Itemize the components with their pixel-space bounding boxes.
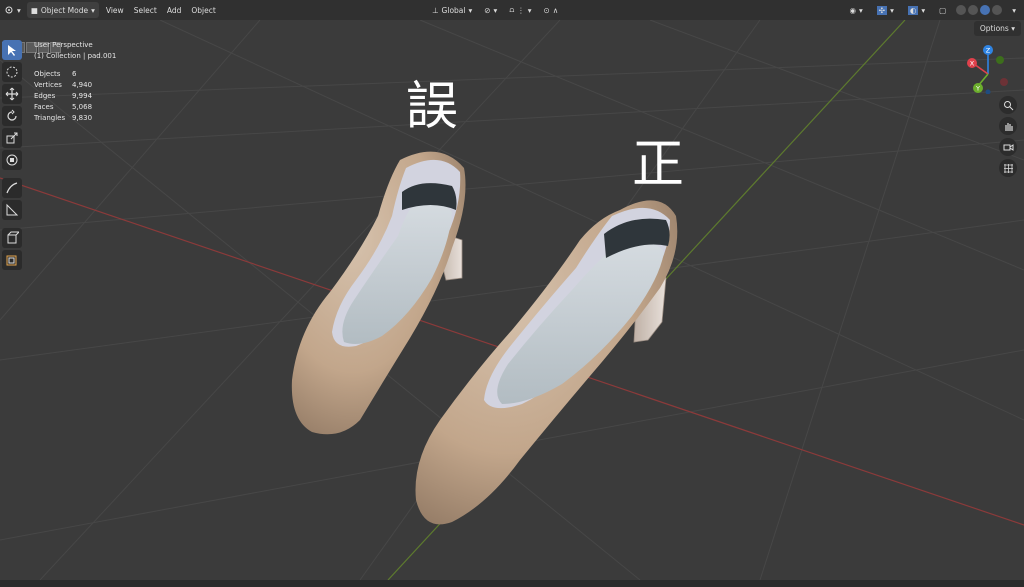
zoom-button[interactable] xyxy=(999,96,1017,114)
move-tool-button[interactable] xyxy=(2,84,22,104)
annotation-wrong: 誤 xyxy=(406,77,459,137)
ruler-icon xyxy=(6,203,19,216)
pencil-icon xyxy=(6,182,18,194)
visibility-dropdown[interactable]: ◉ ▾ xyxy=(845,2,866,18)
view-name: User Perspective xyxy=(34,41,93,49)
menu-select[interactable]: Select xyxy=(129,6,162,15)
object-tool-button[interactable] xyxy=(2,250,22,270)
ortho-toggle-button[interactable] xyxy=(999,159,1017,177)
solid-shading-icon[interactable] xyxy=(968,5,979,15)
eye-icon: ◉ xyxy=(849,5,856,15)
shading-options-dropdown[interactable]: ▾ xyxy=(1008,2,1020,18)
chevron-down-icon: ▾ xyxy=(17,5,21,15)
menu-view[interactable]: View xyxy=(101,6,129,15)
x-axis-label: X xyxy=(970,60,975,68)
orientation-label: Global xyxy=(441,5,466,15)
chevron-down-icon: ▾ xyxy=(527,5,532,15)
navigation-buttons xyxy=(999,96,1017,177)
stat-row: Triangles 9,830 xyxy=(34,114,93,122)
header-right-tools: ◉ ▾ ✣ ▾ ◐ ▾ ▢ ▾ xyxy=(845,2,1020,18)
falloff-icon: ∧ xyxy=(552,5,559,15)
floor-grid xyxy=(0,20,1024,580)
mode-dropdown[interactable]: ■ Object Mode ▾ xyxy=(26,2,99,18)
chevron-down-icon: ▾ xyxy=(468,5,473,15)
stat-row: Edges 9,994 xyxy=(34,92,93,100)
neg-x-axis-icon[interactable] xyxy=(1000,78,1008,86)
add-cube-tool-button[interactable] xyxy=(2,228,22,248)
pivot-icon: ⊘ xyxy=(484,5,491,15)
proportional-edit-toggle[interactable]: ⊙ ∧ xyxy=(539,2,562,18)
orientation-icon: ⊥ xyxy=(432,5,439,15)
overlays-toggle[interactable]: ◐ ▾ xyxy=(904,2,929,18)
z-axis-label: Z xyxy=(986,47,991,55)
wireframe-shading-icon[interactable] xyxy=(956,5,967,15)
chevron-down-icon: ▾ xyxy=(890,5,894,15)
annotate-tool-button[interactable] xyxy=(2,178,22,198)
left-shoe-model[interactable] xyxy=(291,151,466,435)
options-dropdown[interactable]: Options ▾ xyxy=(973,21,1021,36)
transform-tool-button[interactable] xyxy=(2,150,22,170)
xray-toggle[interactable]: ▢ xyxy=(935,2,950,18)
scale-icon xyxy=(6,132,18,144)
cursor-arrow-icon xyxy=(8,45,16,56)
header-center-tools: ⊥ Global ▾ ⊘ ▾ ⩍ ⋮ ▾ ⊙ ∧ xyxy=(428,2,562,18)
editor-type-button[interactable]: ▾ xyxy=(0,2,25,18)
camera-icon xyxy=(1003,143,1013,151)
y-axis-label: Y xyxy=(975,85,980,93)
chevron-down-icon: ▾ xyxy=(859,5,863,15)
stat-row: Vertices 4,940 xyxy=(34,81,93,89)
transform-orientation-dropdown[interactable]: ⊥ Global ▾ xyxy=(428,2,476,18)
rendered-shading-icon[interactable] xyxy=(992,5,1003,15)
chevron-down-icon: ▾ xyxy=(493,5,498,15)
tool-shelf xyxy=(0,40,24,270)
viewport-header: ▾ ■ Object Mode ▾ View Select Add Object… xyxy=(0,0,1024,20)
neg-y-axis-icon[interactable] xyxy=(996,56,1004,64)
collection-line: (1) Collection | pad.001 xyxy=(34,52,117,60)
material-shading-icon[interactable] xyxy=(980,5,991,15)
object-mode-icon: ■ xyxy=(30,5,38,15)
pan-button[interactable] xyxy=(999,117,1017,135)
chevron-down-icon: ▾ xyxy=(921,5,926,15)
grid-icon xyxy=(1003,163,1013,173)
transform-icon xyxy=(6,154,18,166)
measure-tool-button[interactable] xyxy=(2,200,22,220)
snap-toggle[interactable]: ⩍ ⋮ ▾ xyxy=(505,2,535,18)
stat-row: Objects 6 xyxy=(34,70,77,78)
gizmo-toggle[interactable]: ✣ ▾ xyxy=(873,2,898,18)
annotation-right: 正 xyxy=(632,135,685,195)
xray-icon: ▢ xyxy=(939,5,947,15)
scale-tool-button[interactable] xyxy=(2,128,22,148)
viewport-scene xyxy=(0,20,1024,580)
pivot-point-dropdown[interactable]: ⊘ ▾ xyxy=(480,2,501,18)
status-bar xyxy=(0,580,1024,587)
overlays-icon: ◐ xyxy=(907,5,919,15)
chevron-down-icon: ▾ xyxy=(1012,5,1016,15)
rotate-icon xyxy=(7,109,17,121)
object-box-icon xyxy=(6,255,17,266)
move-arrows-icon xyxy=(5,87,19,101)
magnifier-icon xyxy=(1003,100,1013,110)
viewport-info-overlay: User Perspective (1) Collection | pad.00… xyxy=(34,40,116,124)
menu-object[interactable]: Object xyxy=(186,6,220,15)
chevron-down-icon: ▾ xyxy=(91,5,95,15)
rotate-tool-button[interactable] xyxy=(2,106,22,126)
select-tool-button[interactable] xyxy=(2,40,22,60)
magnet-icon: ⩍ xyxy=(509,5,515,14)
stat-row: Faces 5,068 xyxy=(34,103,93,111)
3d-cursor-icon xyxy=(6,66,18,78)
neg-z-axis-icon[interactable] xyxy=(985,89,991,95)
editor-type-icon xyxy=(5,6,13,14)
3d-viewport[interactable]: User Perspective (1) Collection | pad.00… xyxy=(0,20,1024,580)
snap-icon: ⋮ xyxy=(517,5,525,15)
proportional-icon: ⊙ xyxy=(543,5,550,15)
hand-icon xyxy=(1004,122,1013,131)
navigation-gizmo[interactable]: Z X Y xyxy=(966,44,1022,94)
cursor-tool-button[interactable] xyxy=(2,62,22,82)
mode-label: Object Mode xyxy=(40,5,89,15)
shading-modes xyxy=(956,5,1003,15)
add-cube-icon xyxy=(7,231,19,244)
camera-view-button[interactable] xyxy=(999,138,1017,156)
menu-add[interactable]: Add xyxy=(162,6,187,15)
gizmo-icon: ✣ xyxy=(876,5,888,15)
